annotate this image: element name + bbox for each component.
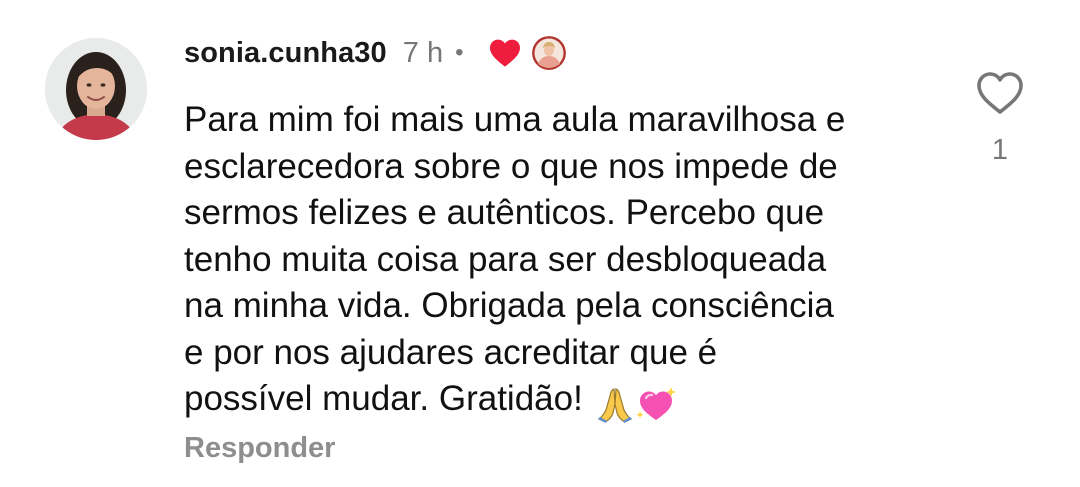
creator-avatar [531, 36, 566, 70]
comment-line: Para mim foi mais uma aula maravilhosa e [184, 100, 846, 139]
username-link[interactable]: sonia.cunha30 [184, 37, 387, 70]
creator-liked-heart-icon [488, 38, 522, 68]
commenter-avatar[interactable] [45, 38, 147, 140]
like-heart-icon[interactable] [975, 70, 1025, 116]
reply-button[interactable]: Responder [184, 432, 335, 465]
comment-header: sonia.cunha30 7 h • [184, 30, 566, 76]
emoji-group [595, 380, 677, 427]
comment-last-line: possível mudar. Gratidão! [184, 376, 944, 427]
sparkling-heart-icon [636, 386, 676, 420]
comment-text: Para mim foi mais uma aula maravilhosa e… [184, 97, 944, 427]
comment-line: possível mudar. Gratidão! [184, 379, 583, 418]
like-count: 1 [991, 134, 1009, 166]
comment-timestamp: 7 h [402, 36, 444, 69]
comment-line: na minha vida. Obrigada pela consciência [184, 286, 834, 325]
separator-dot: • [455, 39, 464, 66]
comment-line: tenho muita coisa para ser desbloqueada [184, 239, 827, 279]
comment-line: esclarecedora sobre o que nos impede de [184, 146, 838, 186]
comment-line: sermos felizes e autênticos. Percebo que [184, 193, 825, 232]
folded-hands-icon [597, 387, 632, 423]
comment-line: e por nos ajudares acreditar que é [184, 332, 718, 372]
